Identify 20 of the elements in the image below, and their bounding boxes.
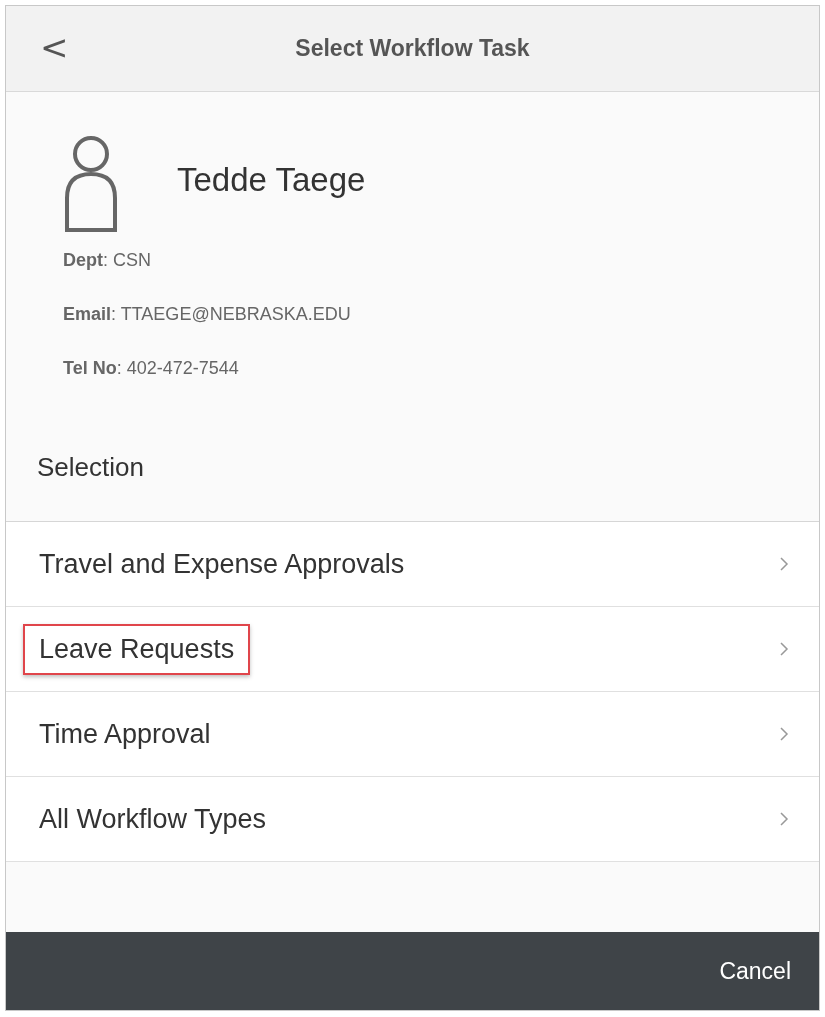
back-button[interactable]: < [32, 26, 77, 68]
list-item[interactable]: Travel and Expense Approvals [6, 522, 819, 607]
cancel-button[interactable]: Cancel [715, 953, 795, 989]
highlighted-label: Leave Requests [23, 623, 251, 675]
profile-field: Tel No: 402-472-7544 [63, 358, 819, 379]
list-item[interactable]: Time Approval [6, 692, 819, 777]
item-label: Travel and Expense Approvals [38, 547, 406, 581]
list-item[interactable]: All Workflow Types [6, 777, 819, 862]
profile-field: Email: TTAEGE@NEBRASKA.EDU [63, 304, 819, 325]
chevron-icon [779, 726, 789, 742]
item-label: All Workflow Types [38, 802, 268, 836]
page-title: Select Workflow Task [295, 35, 530, 62]
list-item[interactable]: Leave Requests [6, 607, 819, 692]
chevron-icon [779, 641, 789, 657]
profile-field: Dept: CSN [63, 250, 819, 271]
chevron-icon [779, 556, 789, 572]
user-icon [63, 136, 119, 232]
item-label: Time Approval [38, 717, 212, 751]
chevron-icon [779, 811, 789, 827]
user-name: Tedde Taege [177, 161, 366, 199]
